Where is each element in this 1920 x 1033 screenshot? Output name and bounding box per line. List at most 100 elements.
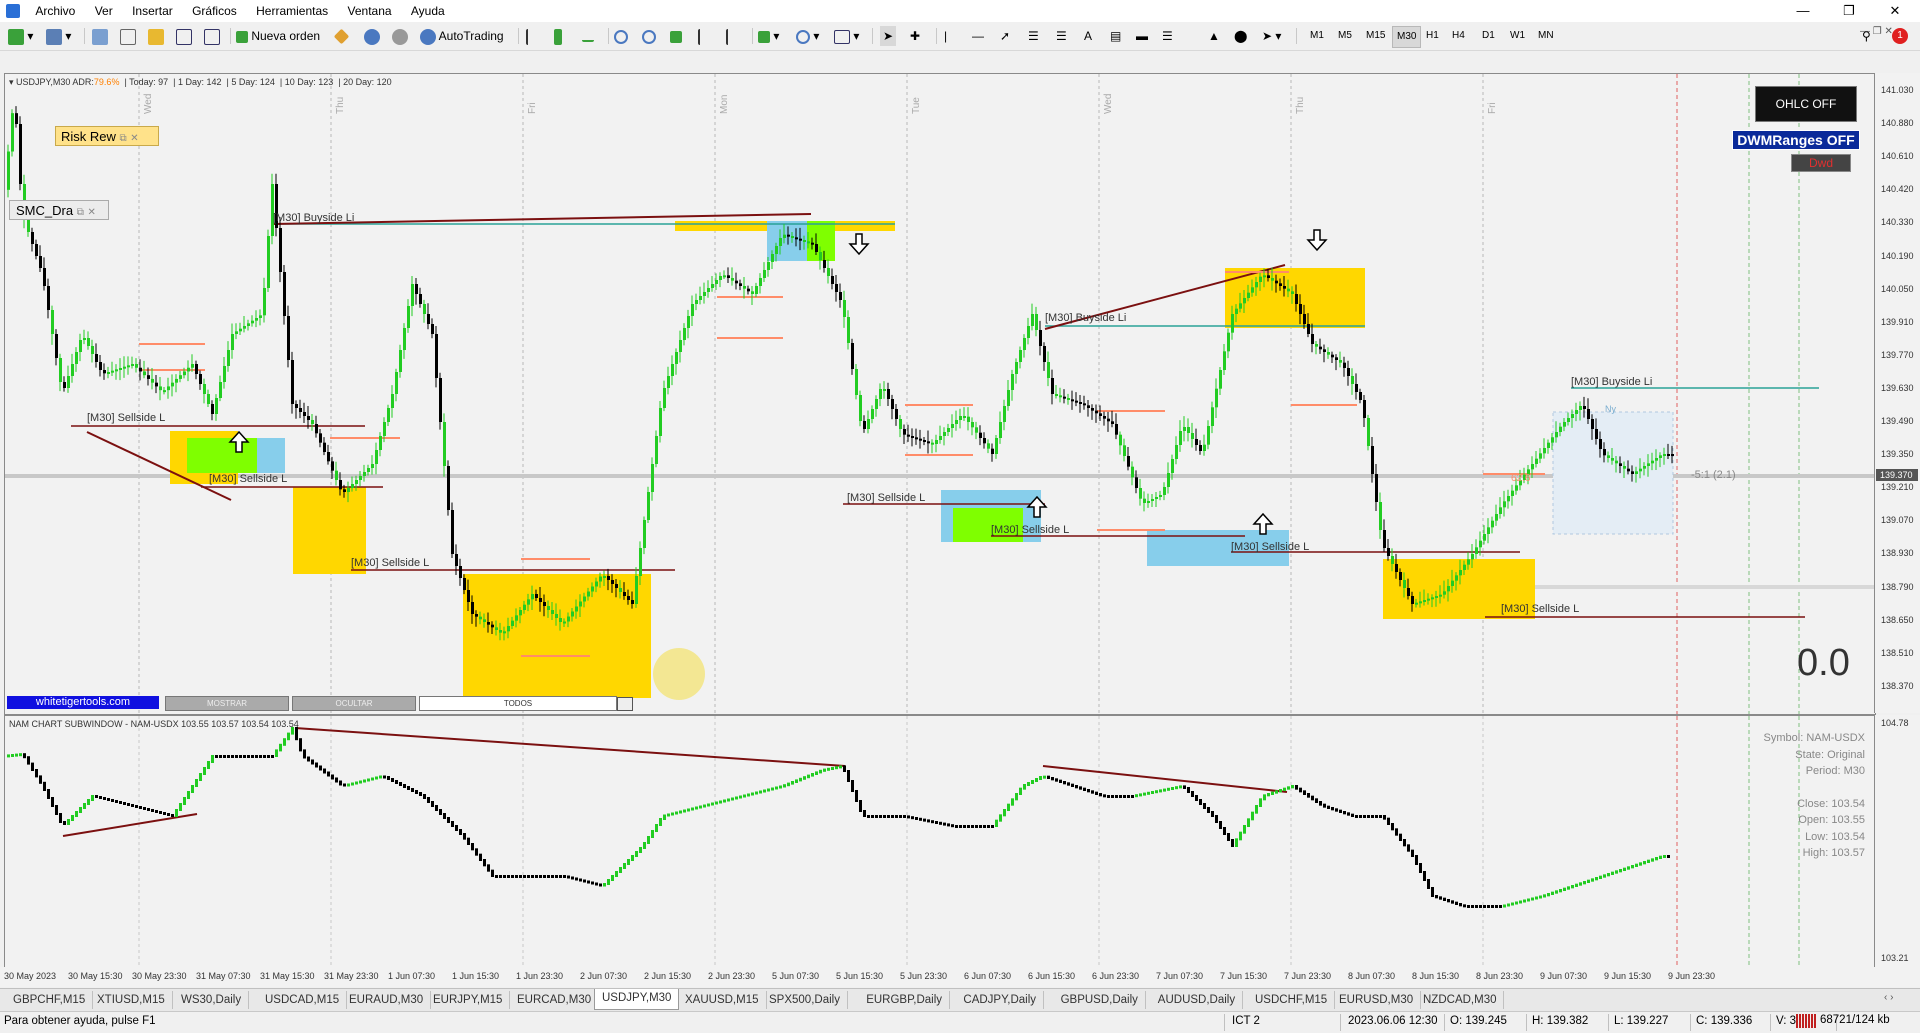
horizontal-line-button[interactable]: —: [972, 26, 984, 46]
tf-m5[interactable]: M5: [1334, 26, 1356, 46]
chart-tab[interactable]: USDCHF,M15: [1248, 991, 1336, 1009]
chart-tab[interactable]: USDCAD,M15: [258, 991, 348, 1009]
text-label-button[interactable]: ▤: [1110, 26, 1121, 46]
close-icon[interactable]: ✕: [87, 207, 95, 218]
tab-scroll-arrows[interactable]: ‹ ›: [1884, 992, 1893, 1003]
chart-tab[interactable]: AUDUSD,Daily: [1151, 991, 1244, 1009]
tf-d1[interactable]: D1: [1478, 26, 1499, 46]
triangle-button[interactable]: ▲: [1208, 26, 1220, 46]
close-icon[interactable]: ✕: [130, 133, 138, 144]
tf-mn[interactable]: MN: [1534, 26, 1558, 46]
chart-tab[interactable]: WS30,Daily: [174, 991, 250, 1009]
chart-tab[interactable]: NZDCAD,M30: [1416, 991, 1505, 1009]
ellipse-button[interactable]: ⬤: [1234, 26, 1247, 46]
tf-m15[interactable]: M15: [1362, 26, 1389, 46]
new-chart-button[interactable]: ▾: [8, 26, 33, 46]
price-axis[interactable]: 141.030 140.880 140.610 140.420 140.330 140.1…: [1874, 73, 1920, 713]
popout-icon[interactable]: ⧉: [77, 207, 84, 218]
menu-herramientas[interactable]: Herramientas: [248, 0, 336, 22]
close-icon[interactable]: ✕: [1872, 0, 1918, 22]
chart-tab[interactable]: GBPUSD,Daily: [1054, 991, 1146, 1009]
candlestick-button[interactable]: [554, 26, 562, 46]
arrows-button[interactable]: ➤ ▾: [1262, 26, 1281, 46]
periods-button[interactable]: ▾: [796, 26, 819, 46]
all-button[interactable]: TODOS: [419, 696, 617, 711]
menu-insertar[interactable]: Insertar: [124, 0, 181, 22]
menu-archivo[interactable]: Archivo: [27, 0, 83, 22]
profiles-button[interactable]: ▾: [46, 26, 71, 46]
crosshair-button[interactable]: ✚: [910, 26, 920, 46]
hide-button[interactable]: OCULTAR: [292, 696, 416, 711]
risk-reward-panel[interactable]: Risk Rew ⧉ ✕: [55, 126, 159, 146]
nam-chart-canvas[interactable]: [5, 716, 1875, 968]
tf-m30[interactable]: M30: [1392, 26, 1422, 48]
chart-tab[interactable]: SPX500,Daily: [762, 991, 848, 1009]
metaeditor-button[interactable]: [333, 26, 350, 46]
channel-button[interactable]: ☰: [1028, 26, 1039, 46]
chart-shift-button[interactable]: [698, 26, 710, 46]
line-chart-button[interactable]: [582, 26, 594, 46]
zoom-in-button[interactable]: [614, 26, 628, 46]
popout-icon[interactable]: ⧉: [120, 133, 127, 144]
templates-button[interactable]: ▾: [834, 26, 859, 46]
new-order-button[interactable]: Nueva orden: [236, 26, 320, 46]
menu-icon[interactable]: [617, 697, 633, 711]
whitetiger-link[interactable]: whitetigertools.com: [7, 696, 159, 709]
menu-graficos[interactable]: Gráficos: [184, 0, 245, 22]
main-chart[interactable]: ▾ USDJPY,M30 ADR:79.6% | Today: 97 | 1 D…: [4, 73, 1876, 715]
navigator-button[interactable]: [120, 26, 136, 46]
nam-candle: [1615, 870, 1618, 874]
menu-ventana[interactable]: Ventana: [340, 0, 400, 22]
chart-tab[interactable]: EURJPY,M15: [426, 991, 511, 1009]
menu-ayuda[interactable]: Ayuda: [403, 0, 453, 22]
chart-tab[interactable]: EURAUD,M30: [342, 991, 432, 1009]
child-window-controls[interactable]: — ❐ ✕: [1860, 26, 1893, 37]
nam-candle: [559, 875, 562, 878]
bar-chart-button[interactable]: [526, 26, 538, 46]
fib-fan-button[interactable]: ☰: [1162, 26, 1173, 46]
chart-tab[interactable]: USDJPY,M30: [594, 989, 680, 1010]
vertical-line-button[interactable]: |: [944, 26, 947, 46]
dwm-ranges-toggle-button[interactable]: DWMRanges OFF: [1732, 130, 1860, 150]
rectangle-button[interactable]: ▬: [1136, 26, 1148, 46]
autoscroll-button[interactable]: [726, 26, 738, 46]
menu-ver[interactable]: Ver: [87, 0, 121, 22]
tf-h1[interactable]: H1: [1422, 26, 1443, 46]
minimize-icon[interactable]: —: [1780, 0, 1826, 22]
chart-tab[interactable]: CADJPY,Daily: [956, 991, 1045, 1009]
tf-h4[interactable]: H4: [1448, 26, 1469, 46]
chart-tab[interactable]: GBPCHF,M15: [6, 991, 94, 1009]
signals-button[interactable]: [364, 26, 380, 46]
cursor-button[interactable]: ➤: [880, 26, 897, 46]
restore-icon[interactable]: ❐: [1826, 0, 1872, 22]
zoom-out-button[interactable]: [642, 26, 656, 46]
market-watch-button[interactable]: [92, 26, 108, 46]
fibonacci-button[interactable]: ☰: [1056, 26, 1067, 46]
chart-tab[interactable]: XTIUSD,M15: [90, 991, 173, 1009]
market-button[interactable]: [392, 26, 408, 46]
autotrading-button[interactable]: AutoTrading: [420, 26, 504, 46]
ohlc-toggle-button[interactable]: OHLC OFF: [1755, 86, 1857, 122]
terminal-button[interactable]: [176, 26, 192, 46]
nam-subwindow[interactable]: NAM CHART SUBWINDOW - NAM-USDX 103.55 10…: [4, 715, 1876, 969]
chart-tab[interactable]: XAUUSD,M15: [678, 991, 767, 1009]
data-window-button[interactable]: [148, 26, 164, 46]
tester-button[interactable]: [204, 26, 220, 46]
tf-m1[interactable]: M1: [1306, 26, 1328, 46]
candle-body: [1575, 410, 1578, 414]
dwd-button[interactable]: Dwd: [1791, 154, 1851, 172]
tile-windows-button[interactable]: [670, 26, 682, 46]
indicators-button[interactable]: ▾: [758, 26, 779, 46]
smc-panel[interactable]: SMC_Dra ⧉ ✕: [9, 200, 109, 220]
chart-tab[interactable]: EURCAD,M30: [510, 991, 600, 1009]
notification-badge[interactable]: 1: [1892, 28, 1908, 44]
chart-tab[interactable]: EURGBP,Daily: [859, 991, 951, 1009]
candle-body: [271, 184, 274, 236]
chart-tab[interactable]: EURUSD,M30: [1332, 991, 1422, 1009]
nam-candle: [563, 875, 566, 878]
tf-w1[interactable]: W1: [1506, 26, 1529, 46]
text-button[interactable]: A: [1084, 26, 1092, 46]
price-chart-canvas[interactable]: [5, 74, 1875, 714]
trendline-button[interactable]: ➚: [1000, 26, 1010, 46]
show-button[interactable]: MOSTRAR: [165, 696, 289, 711]
